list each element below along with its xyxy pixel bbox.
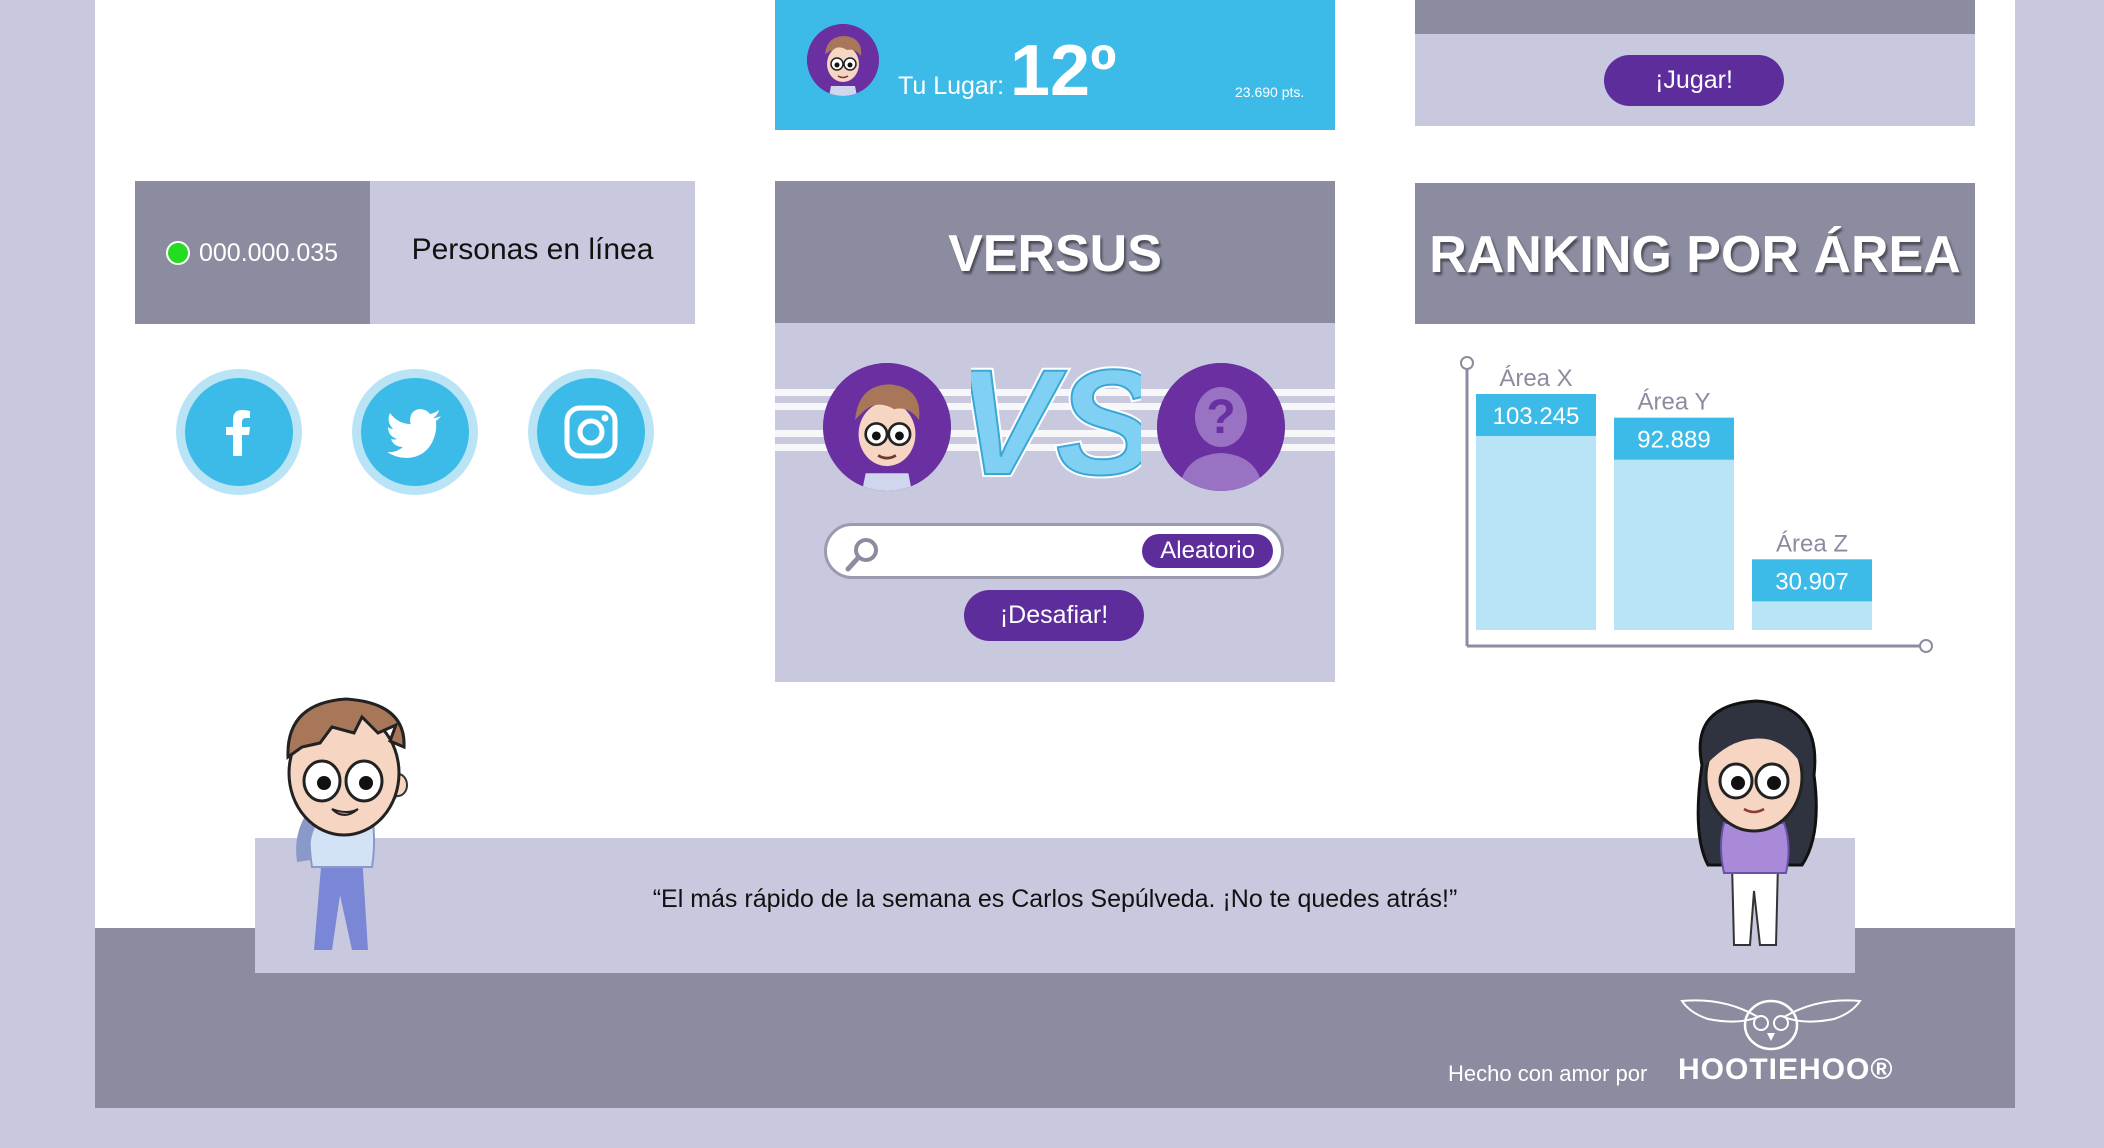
online-status-dot — [166, 241, 190, 265]
play-card: ¡Jugar! — [1415, 0, 1975, 126]
girl-character-illustration — [1696, 699, 1818, 946]
boy-face-icon — [807, 24, 879, 96]
hootiehoo-logo[interactable]: HOOTIEHOO® — [1678, 995, 1894, 1086]
challenge-button[interactable]: ¡Desafiar! — [964, 590, 1144, 641]
y-axis-end-marker — [1460, 356, 1474, 370]
place-label: Tu Lugar: — [898, 72, 1005, 100]
vs-logo: VS VS — [953, 335, 1159, 509]
unknown-user-icon: ? — [1157, 363, 1285, 491]
player-avatar — [823, 363, 951, 491]
weekly-quote-text: “El más rápido de la semana es Carlos Se… — [652, 885, 1458, 913]
girl-character — [1672, 695, 1838, 957]
category-label-3: Área Z — [1776, 530, 1848, 557]
chart-marks: 103.245 Área X 92.889 Área Y 30.907 Área Z — [1476, 365, 1872, 630]
twitter-button[interactable] — [352, 369, 478, 495]
online-people-box: 000.000.035 Personas en línea — [135, 181, 695, 324]
online-label: Personas en línea — [411, 233, 654, 266]
play-card-header — [1415, 0, 1975, 34]
opponent-search-input[interactable] — [891, 534, 1121, 568]
area-ranking-chart: 103.245 Área X 92.889 Área Y 30.907 Área Z — [1460, 356, 1933, 653]
search-icon — [845, 538, 878, 572]
bar-value-label-2: 92.889 — [1637, 427, 1710, 454]
online-count: 000.000.035 — [199, 239, 339, 267]
instagram-icon — [564, 405, 618, 459]
category-label-1: Área X — [1499, 365, 1572, 392]
points-value: 23.690 pts. — [1235, 84, 1305, 100]
vs-logo-outline: VS — [971, 346, 1141, 506]
ranking-title: RANKING POR ÁREA — [1429, 226, 1961, 284]
online-count-cell: 000.000.035 — [135, 181, 370, 324]
owl-logo-icon — [1680, 999, 1862, 1051]
bar-value-label-1: 103.245 — [1493, 403, 1580, 430]
versus-card: VERSUS VS VS ? — [775, 181, 1335, 682]
boy-face-icon — [823, 363, 951, 491]
facebook-icon — [226, 410, 250, 456]
versus-header: VERSUS — [775, 181, 1335, 323]
svg-text:?: ? — [1206, 391, 1235, 444]
boy-character — [262, 695, 428, 957]
twitter-icon — [387, 409, 441, 458]
versus-title: VERSUS — [948, 225, 1162, 283]
bar-value-label-3: 30.907 — [1775, 568, 1848, 595]
user-avatar[interactable] — [807, 24, 879, 96]
weekly-quote-banner: “El más rápido de la semana es Carlos Se… — [255, 838, 1855, 973]
vs-logo-graphic: VS VS — [953, 335, 1159, 509]
ranking-card: RANKING POR ÁREA — [1415, 183, 1975, 324]
rank-position-card: Tu Lugar: 12º 23.690 pts. — [775, 0, 1335, 130]
instagram-button[interactable] — [528, 369, 654, 495]
place-value: 12º — [1010, 31, 1117, 111]
play-button[interactable]: ¡Jugar! — [1604, 55, 1784, 106]
category-label-2: Área Y — [1638, 389, 1711, 416]
facebook-button[interactable] — [176, 369, 302, 495]
random-opponent-button[interactable]: Aleatorio — [1142, 534, 1273, 568]
made-with-label: Hecho con amor por — [1448, 1061, 1648, 1086]
brand-name: HOOTIEHOO® — [1678, 1053, 1894, 1086]
opponent-avatar: ? — [1157, 363, 1285, 491]
x-axis-end-marker — [1919, 639, 1933, 653]
boy-character-illustration — [286, 697, 408, 950]
opponent-search-box: Aleatorio — [824, 523, 1284, 579]
